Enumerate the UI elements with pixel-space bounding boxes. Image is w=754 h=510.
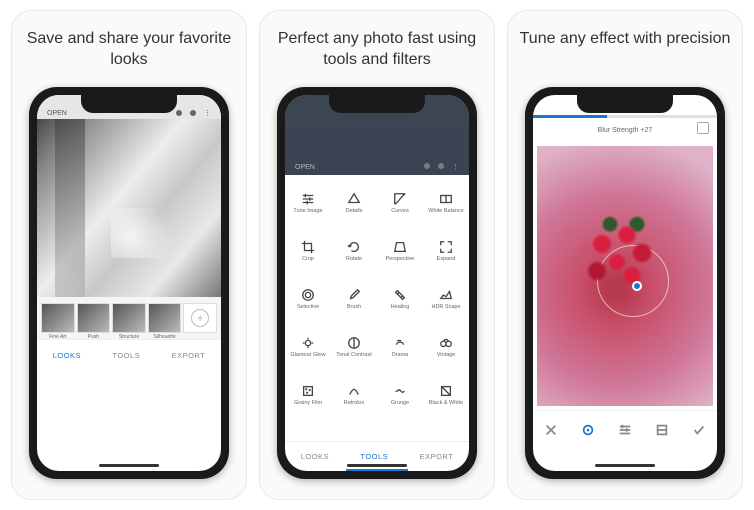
selective-icon [301, 288, 315, 302]
tool-selective[interactable]: Selective [285, 275, 331, 323]
tool-brush[interactable]: Brush [331, 275, 377, 323]
tool-grainy-film[interactable]: Grainy Film [285, 371, 331, 419]
look-thumb[interactable]: Push [77, 303, 111, 333]
tool-retrolux[interactable]: Retrolux [331, 371, 377, 419]
info-icon[interactable] [190, 110, 196, 116]
phone-mockup: Blur Strength +27 [525, 87, 725, 479]
hdr-icon [439, 288, 453, 302]
vintage-icon [439, 336, 453, 350]
tab-looks[interactable]: LOOKS [53, 351, 81, 360]
home-indicator [99, 464, 159, 467]
tool-glamour-glow[interactable]: Glamour Glow [285, 323, 331, 371]
tab-tools[interactable]: TOOLS [360, 452, 388, 461]
crop-icon [301, 240, 315, 254]
effect-value: Blur Strength +27 [598, 127, 653, 134]
look-thumb[interactable]: Silhouette [148, 303, 182, 333]
perspective-icon [393, 240, 407, 254]
tonal-icon [347, 336, 361, 350]
tool-perspective[interactable]: Perspective [377, 227, 423, 275]
cancel-button[interactable] [543, 422, 559, 438]
tab-looks[interactable]: LOOKS [301, 452, 329, 461]
app-screen-tools: OPEN ⋮ Tune Image Details Curves White B… [285, 95, 469, 471]
looks-thumbnails: Fine Art Push Structure Silhouette + [37, 297, 221, 339]
tool-expand[interactable]: Expand [423, 227, 469, 275]
brush-icon [347, 288, 361, 302]
details-icon [347, 192, 361, 206]
tab-export[interactable]: EXPORT [172, 351, 206, 360]
bw-icon [439, 384, 453, 398]
flash-icon[interactable] [176, 110, 182, 116]
phone-notch [577, 95, 673, 113]
glow-icon [301, 336, 315, 350]
phone-notch [329, 95, 425, 113]
retrolux-icon [347, 384, 361, 398]
panel-headline: Save and share your favorite looks [20, 29, 238, 73]
drama-icon [393, 336, 407, 350]
healing-icon [393, 288, 407, 302]
app-screen-tune: Blur Strength +27 [533, 95, 717, 471]
flash-icon [424, 163, 430, 169]
photo-preview[interactable] [537, 146, 713, 406]
tool-crop[interactable]: Crop [285, 227, 331, 275]
tool-healing[interactable]: Healing [377, 275, 423, 323]
more-icon: ⋮ [452, 163, 459, 171]
grunge-icon [393, 384, 407, 398]
tool-grunge[interactable]: Grunge [377, 371, 423, 419]
tool-rotate[interactable]: Rotate [331, 227, 377, 275]
tool-tonal-contrast[interactable]: Tonal Contrast [331, 323, 377, 371]
tool-hdr-scape[interactable]: HDR Scape [423, 275, 469, 323]
tools-grid: Tune Image Details Curves White Balance … [285, 175, 469, 441]
rotate-icon [347, 240, 361, 254]
wb-icon [439, 192, 453, 206]
photo-content [572, 208, 672, 298]
plus-icon: + [191, 309, 209, 327]
home-indicator [595, 464, 655, 467]
panel-headline: Perfect any photo fast using tools and f… [268, 29, 486, 73]
look-thumb[interactable]: Fine Art [41, 303, 75, 333]
more-icon[interactable]: ⋮ [204, 109, 211, 117]
panel-headline: Tune any effect with precision [520, 29, 731, 73]
blur-shape-button[interactable] [580, 422, 596, 438]
showcase-panel-3: Tune any effect with precision Blur Stre… [507, 10, 743, 500]
tool-vintage[interactable]: Vintage [423, 323, 469, 371]
apply-button[interactable] [691, 422, 707, 438]
film-icon [301, 384, 315, 398]
tool-white-balance[interactable]: White Balance [423, 179, 469, 227]
curves-icon [393, 192, 407, 206]
home-indicator [347, 464, 407, 467]
tool-curves[interactable]: Curves [377, 179, 423, 227]
compare-icon[interactable] [697, 122, 709, 134]
tab-export[interactable]: EXPORT [420, 452, 454, 461]
effect-bottom-bar [533, 410, 717, 448]
tune-icon [301, 192, 315, 206]
phone-mockup: OPEN ⋮ Tune Image Details Curves White B… [277, 87, 477, 479]
tool-drama[interactable]: Drama [377, 323, 423, 371]
tool-details[interactable]: Details [331, 179, 377, 227]
phone-notch [81, 95, 177, 113]
tool-tune-image[interactable]: Tune Image [285, 179, 331, 227]
phone-mockup: OPEN ⋮ Fine Art Push Structure Silhouett… [29, 87, 229, 479]
info-icon [438, 163, 444, 169]
expand-icon [439, 240, 453, 254]
style-button[interactable] [654, 422, 670, 438]
look-thumb[interactable]: Structure [112, 303, 146, 333]
open-button: OPEN [295, 164, 315, 171]
open-button[interactable]: OPEN [47, 110, 67, 117]
main-photo[interactable] [37, 119, 221, 297]
showcase-panel-1: Save and share your favorite looks OPEN … [11, 10, 247, 500]
app-screen-looks: OPEN ⋮ Fine Art Push Structure Silhouett… [37, 95, 221, 471]
adjust-button[interactable] [617, 422, 633, 438]
tab-tools[interactable]: TOOLS [112, 351, 140, 360]
effect-title-bar: Blur Strength +27 [533, 118, 717, 142]
bottom-tabs: LOOKS TOOLS EXPORT [37, 339, 221, 371]
add-look-button[interactable]: + [183, 303, 217, 333]
tool-black-white[interactable]: Black & White [423, 371, 469, 419]
showcase-panel-2: Perfect any photo fast using tools and f… [259, 10, 495, 500]
